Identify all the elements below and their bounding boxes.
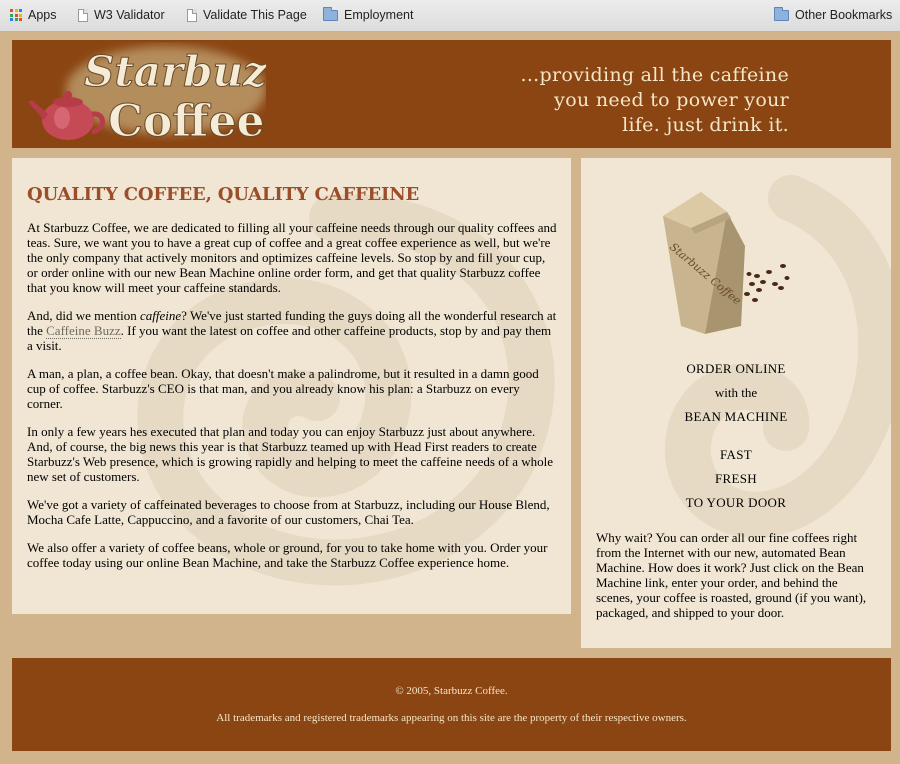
page-heading: QUALITY COFFEE, QUALITY CAFFEINE [27,184,420,205]
sidebar: Starbuzz Coffee ORDER ONLINE with the BE… [581,158,891,648]
tagline-line: you need to power your [554,89,789,111]
bookmark-label: Validate This Page [203,8,307,22]
bean-machine-link[interactable]: BEAN MACHINE [581,409,891,425]
logo-text-top: Starbuzz [84,47,266,96]
bookmark-label: Employment [344,8,414,22]
bookmarks-bar: Apps W3 Validator Validate This Page Emp… [0,0,900,32]
bookmark-other-bookmarks[interactable]: Other Bookmarks [774,6,893,22]
logo-text-bottom: Coffee [108,96,264,142]
tagline-line: life. just drink it. [622,114,789,136]
tagline: ...providing all the caffeine you need t… [520,63,789,138]
page-icon [187,8,197,22]
starbuzz-logo[interactable]: Starbuzz Coffee [26,42,266,142]
apps-grid-icon [10,9,22,21]
order-online-label: ORDER ONLINE [686,361,786,376]
tagline-line: ...providing all the caffeine [520,64,789,86]
legal-text: All trademarks and registered trademarks… [216,712,687,724]
sidebar-paragraph: Why wait? You can order all our fine cof… [596,530,867,620]
growth-paragraph: In only a few years hes executed that pl… [27,424,554,484]
bookmark-label: W3 Validator [94,8,165,22]
beverages-paragraph: We've got a variety of caffeinated bever… [27,497,550,527]
palindrome-paragraph: A man, a plan, a coffee bean. Okay, that… [27,366,539,411]
beans-paragraph: We also offer a variety of coffee beans,… [27,540,548,570]
bookmark-label: Apps [28,8,57,22]
bookmark-w3-validator[interactable]: W3 Validator [78,8,165,22]
fresh-label: FRESH [715,471,757,486]
bookmark-employment[interactable]: Employment [323,6,414,22]
to-your-door-label: TO YOUR DOOR [685,495,787,510]
bookmark-apps[interactable]: Apps [10,8,57,22]
coffee-bag-image[interactable]: Starbuzz Coffee [661,186,811,336]
folder-icon [323,6,338,21]
site-header: Starbuzz Coffee ...providing all the caf… [12,40,891,148]
caffeine-buzz-link[interactable]: Caffeine Buzz [46,323,121,339]
bookmark-validate-this-page[interactable]: Validate This Page [187,8,307,22]
coffee-beans-icon [744,264,790,302]
caffeine-paragraph: And, did we mention caffeine? We've just… [27,308,557,353]
site-footer: © 2005, Starbuzz Coffee. All trademarks … [12,658,891,751]
main-content: QUALITY COFFEE, QUALITY CAFFEINE At Star… [12,158,571,614]
fast-label: FAST [719,447,753,462]
intro-paragraph: At Starbuzz Coffee, we are dedicated to … [27,220,557,295]
copyright-text: © 2005, Starbuzz Coffee. [395,685,508,697]
with-the-label: with the [714,385,758,400]
page-icon [78,8,88,22]
bookmark-label: Other Bookmarks [795,8,893,22]
folder-icon [774,6,789,21]
